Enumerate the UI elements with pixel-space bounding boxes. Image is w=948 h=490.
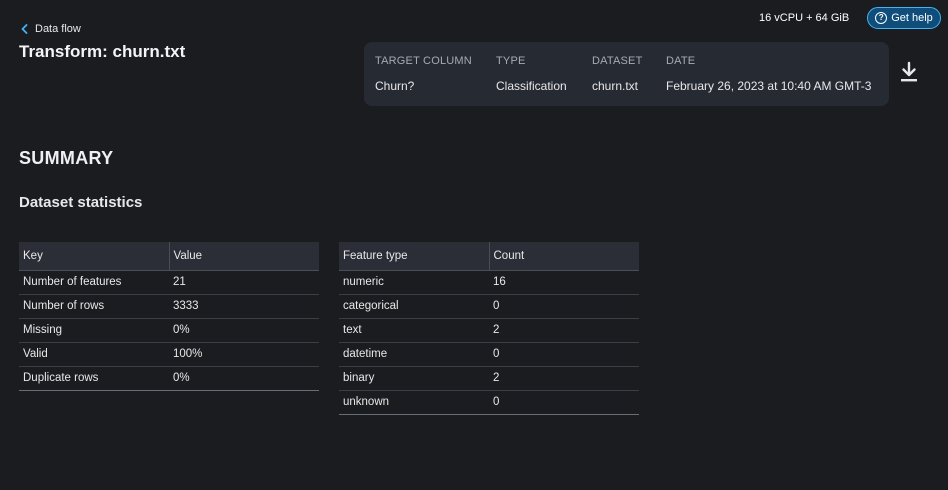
stat-key: Duplicate rows bbox=[19, 366, 169, 391]
download-icon[interactable] bbox=[899, 61, 919, 83]
job-metadata-card: TARGET COLUMN Churn? TYPE Classification… bbox=[364, 42, 889, 106]
dataset-statistics-table: Key Value Number of features 21 Number o… bbox=[19, 242, 319, 391]
table-row: categorical 0 bbox=[339, 294, 639, 319]
column-header-feature-type: Feature type bbox=[339, 242, 489, 271]
feature-type: text bbox=[339, 318, 489, 343]
table-row: unknown 0 bbox=[339, 390, 639, 415]
get-help-button[interactable]: ? Get help bbox=[867, 7, 941, 29]
chevron-left-icon bbox=[21, 24, 28, 34]
meta-dataset-label: DATASET bbox=[592, 55, 643, 67]
stat-key: Number of rows bbox=[19, 294, 169, 319]
stat-value: 0% bbox=[169, 318, 319, 343]
get-help-label: Get help bbox=[891, 12, 933, 24]
table-row: datetime 0 bbox=[339, 342, 639, 367]
table-row: binary 2 bbox=[339, 366, 639, 391]
column-header-key: Key bbox=[19, 242, 169, 271]
table-row: text 2 bbox=[339, 318, 639, 343]
feature-count: 0 bbox=[489, 342, 639, 367]
meta-type-label: TYPE bbox=[496, 55, 526, 67]
feature-type: numeric bbox=[339, 270, 489, 295]
feature-count: 16 bbox=[489, 270, 639, 295]
feature-type: binary bbox=[339, 366, 489, 391]
feature-count: 2 bbox=[489, 366, 639, 391]
feature-type-table: Feature type Count numeric 16 categorica… bbox=[339, 242, 639, 415]
stat-key: Number of features bbox=[19, 270, 169, 295]
table-row: Number of features 21 bbox=[19, 270, 319, 295]
page-title: Transform: churn.txt bbox=[19, 42, 186, 61]
stat-value: 0% bbox=[169, 366, 319, 391]
table-header-row: Key Value bbox=[19, 242, 319, 271]
compute-resources: 16 vCPU + 64 GiB bbox=[759, 12, 850, 24]
stat-key: Missing bbox=[19, 318, 169, 343]
feature-type: categorical bbox=[339, 294, 489, 319]
back-link-label: Data flow bbox=[35, 23, 81, 35]
column-header-value: Value bbox=[168, 242, 319, 271]
meta-type-value: Classification bbox=[496, 79, 567, 93]
feature-type: datetime bbox=[339, 342, 489, 367]
summary-heading: SUMMARY bbox=[19, 148, 114, 168]
feature-count: 0 bbox=[489, 294, 639, 319]
meta-date-value: February 26, 2023 at 10:40 AM GMT-3 bbox=[666, 79, 872, 93]
feature-count: 0 bbox=[489, 390, 639, 415]
stat-value: 100% bbox=[169, 342, 319, 367]
meta-date-label: DATE bbox=[666, 55, 696, 67]
dataset-statistics-heading: Dataset statistics bbox=[19, 194, 143, 211]
table-row: Valid 100% bbox=[19, 342, 319, 367]
table-row: Duplicate rows 0% bbox=[19, 366, 319, 391]
stat-value: 21 bbox=[169, 270, 319, 295]
feature-count: 2 bbox=[489, 318, 639, 343]
question-circle-icon: ? bbox=[875, 12, 888, 24]
table-row: Missing 0% bbox=[19, 318, 319, 343]
table-header-row: Feature type Count bbox=[339, 242, 639, 271]
stat-key: Valid bbox=[19, 342, 169, 367]
table-row: Number of rows 3333 bbox=[19, 294, 319, 319]
column-header-count: Count bbox=[488, 242, 639, 271]
stat-value: 3333 bbox=[169, 294, 319, 319]
back-to-data-flow-link[interactable]: Data flow bbox=[20, 23, 81, 35]
table-row: numeric 16 bbox=[339, 270, 639, 295]
feature-type: unknown bbox=[339, 390, 489, 415]
meta-dataset-value: churn.txt bbox=[592, 79, 639, 93]
meta-target-column-label: TARGET COLUMN bbox=[375, 55, 472, 67]
meta-target-column-value: Churn? bbox=[375, 79, 415, 93]
